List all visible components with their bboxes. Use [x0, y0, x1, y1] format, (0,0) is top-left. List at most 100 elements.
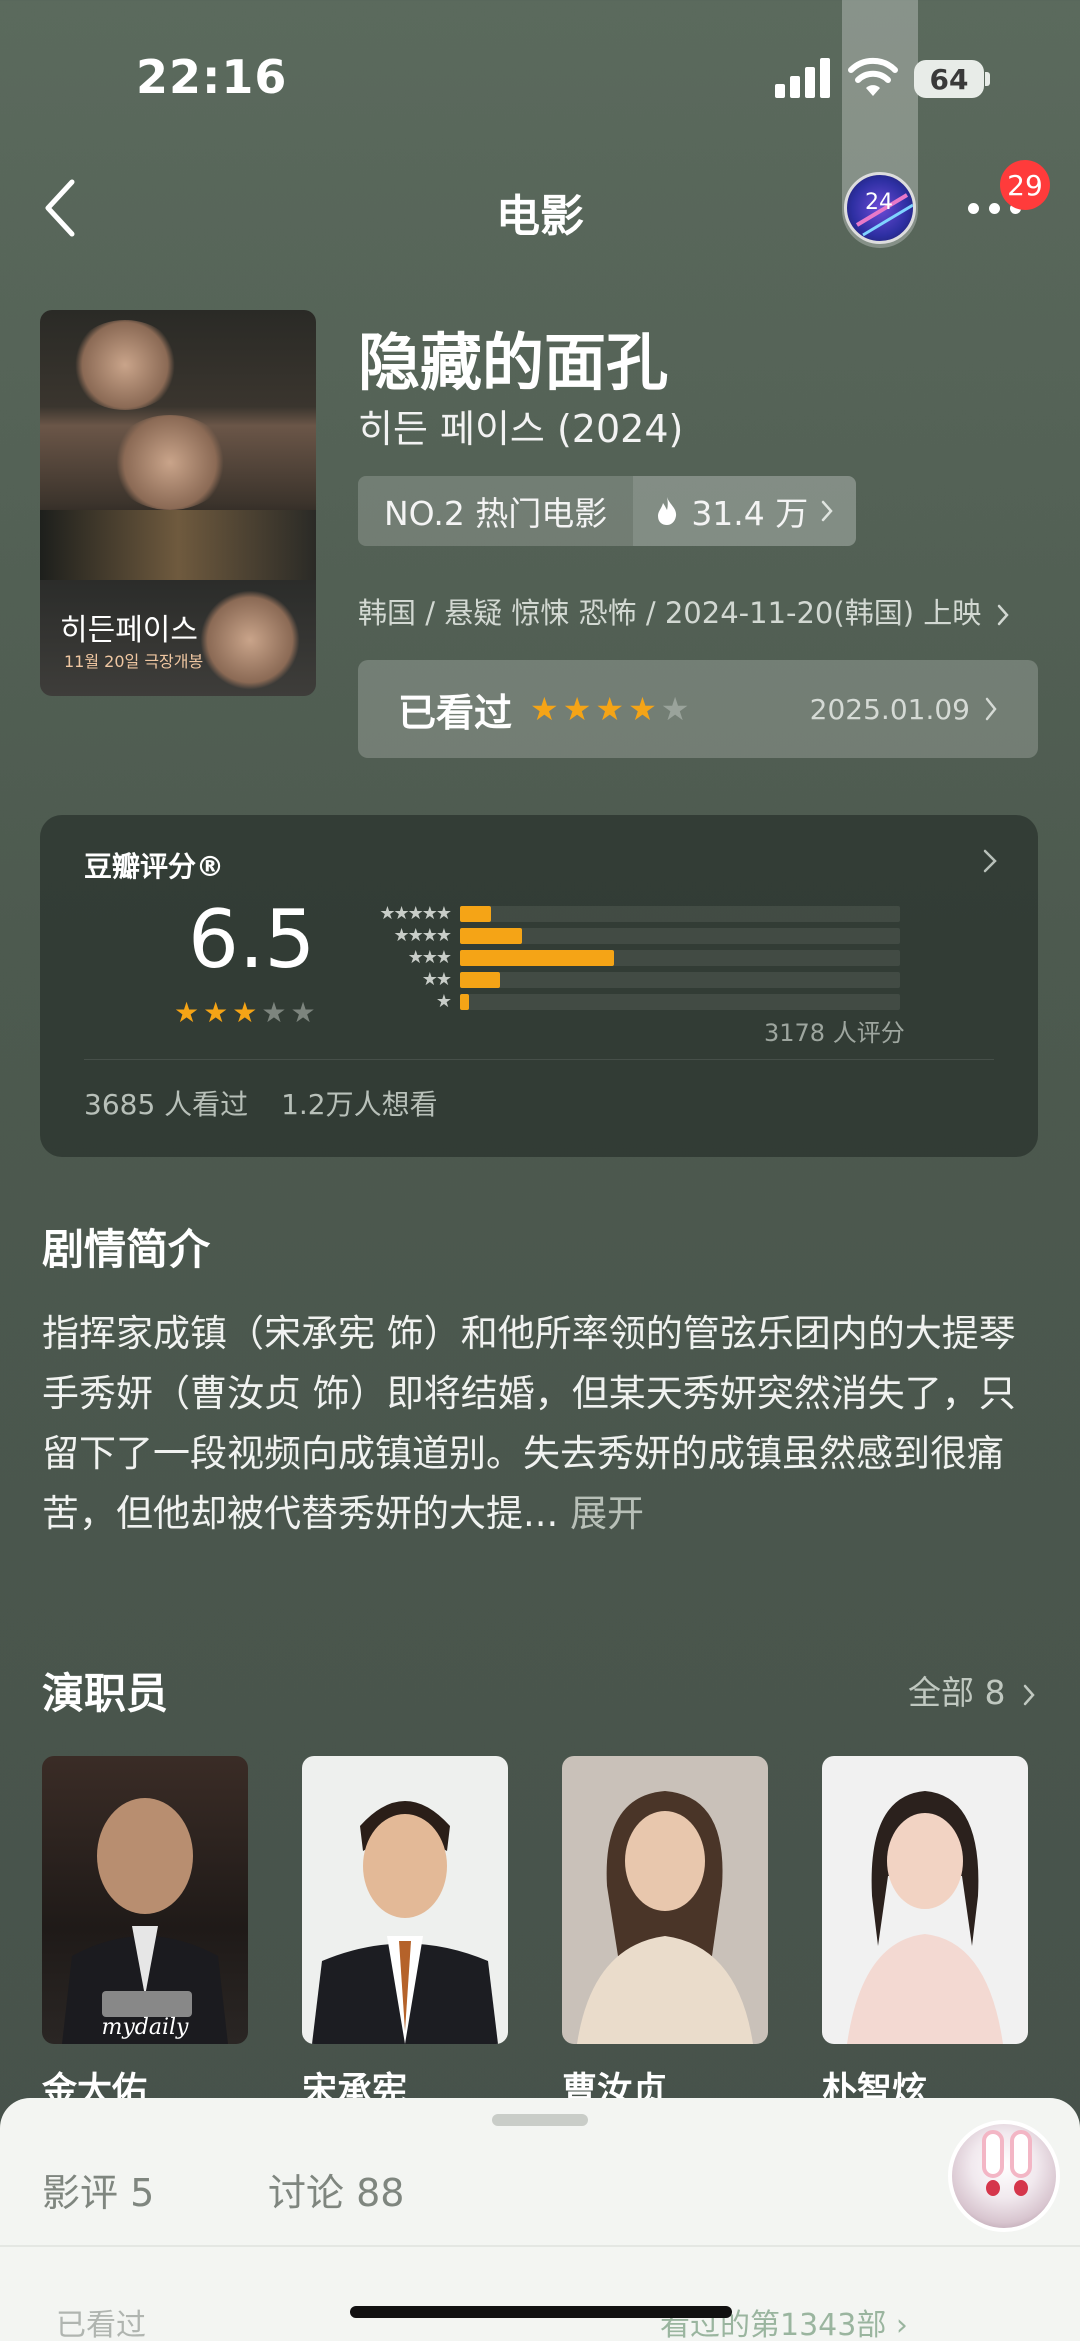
rating-label: 豆瓣评分®: [84, 850, 225, 883]
bunny-ear: [1010, 2130, 1032, 2178]
nav-title: 电影: [496, 191, 584, 242]
bunny-eye: [1014, 2180, 1028, 2196]
dist-track: [460, 928, 900, 944]
divider: [84, 1059, 994, 1060]
cast-photo-1[interactable]: mydaily: [42, 1756, 248, 2044]
poster-face-2: [110, 415, 230, 510]
dist-track: [460, 972, 900, 988]
star-filled-icon: ★: [203, 996, 229, 1029]
star-filled-icon: ★: [628, 690, 657, 728]
star-empty-icon: ★: [290, 996, 316, 1029]
dist-row-5: ★★★★★: [350, 903, 950, 925]
cast-all-link[interactable]: 全部 8: [908, 1666, 1036, 1714]
cast-all-label: 全部 8: [908, 1673, 1006, 1712]
dist-stars-icon: ★★: [421, 969, 452, 990]
cast-title: 演职员: [42, 1669, 169, 1718]
rating-stars: ★ ★ ★ ★ ★: [174, 999, 316, 1027]
rating-stats: 3685 人看过 1.2万人想看: [84, 1083, 462, 1123]
cast-photo-4[interactable]: [822, 1756, 1028, 2044]
tab-reviews[interactable]: 影评 5: [42, 2162, 154, 2217]
movie-meta-text: 韩国 / 悬疑 惊悚 恐怖 / 2024-11-20(韩国) 上映: [358, 596, 982, 630]
bottom-sheet[interactable]: [0, 2098, 1080, 2341]
dist-stars-icon: ★: [435, 991, 452, 1012]
expand-link[interactable]: 展开: [570, 1492, 644, 1535]
douban-rating-card[interactable]: 豆瓣评分® 6.5 ★ ★ ★ ★ ★ ★★★★★ ★★★★ ★★★ ★★ ★ 3178 人评分…: [40, 815, 1038, 1157]
svg-text:24: 24: [865, 190, 893, 215]
dist-fill-1: [460, 994, 469, 1010]
chevron-right-icon: [985, 697, 997, 721]
poster-band: [40, 510, 316, 580]
movie-original-title: 히든 페이스 (2024): [358, 407, 684, 451]
battery-indicator: 64: [914, 60, 984, 98]
poster-face-1: [70, 320, 180, 410]
movie-title: 隐藏的面孔: [358, 326, 669, 399]
synopsis-body: 指挥家成镇（宋承宪 饰）和他所率领的管弦乐团内的大提琴手秀妍（曹汝贞 饰）即将结…: [42, 1312, 1016, 1535]
cast-photo-caption: mydaily: [102, 2015, 190, 2040]
watched-date: 2025.01.09: [809, 692, 970, 726]
rating-count: 3178 人评分: [764, 1019, 905, 1047]
sheet-drag-handle[interactable]: [492, 2114, 588, 2126]
dist-fill-3: [460, 950, 614, 966]
divider: [0, 2245, 1080, 2247]
poster-date: 11월 20일 극장개봉: [64, 652, 204, 671]
movie-meta[interactable]: 韩国 / 悬疑 惊悚 恐怖 / 2024-11-20(韩国) 上映: [358, 590, 1010, 632]
cellular-signal-icon: [775, 58, 830, 98]
dist-stars-icon: ★★★★: [393, 925, 452, 946]
synopsis-text: 指挥家成镇（宋承宪 饰）和他所率领的管弦乐团内的大提琴手秀妍（曹汝贞 饰）即将结…: [42, 1304, 1042, 1544]
dist-stars-icon: ★★★★★: [379, 903, 452, 924]
poster-face-3: [200, 590, 300, 690]
star-empty-icon: ★: [261, 996, 287, 1029]
dist-track: [460, 906, 900, 922]
person-photo-icon: [312, 1801, 498, 2044]
rating-score: 6.5: [188, 893, 316, 986]
star-filled-icon: ★: [174, 996, 200, 1029]
tab-discussion[interactable]: 讨论 88: [268, 2162, 404, 2217]
flame-icon: [658, 497, 677, 525]
chevron-right-icon: [1023, 1684, 1035, 1705]
cast-photo-3[interactable]: [562, 1756, 768, 2044]
status-time: 22:16: [136, 50, 288, 104]
heat-value: 31.4 万: [691, 494, 809, 533]
dist-row-4: ★★★★: [350, 925, 950, 947]
person-photo-icon: mydaily: [62, 1798, 228, 2044]
battery-tip: [985, 72, 990, 86]
star-empty-icon: ★: [660, 690, 690, 728]
chevron-right-icon: [998, 604, 1010, 626]
star-filled-icon: ★: [530, 690, 559, 728]
star-filled-icon: ★: [595, 690, 625, 728]
dist-row-3: ★★★: [350, 947, 950, 969]
rank-box[interactable]: NO.2 热门电影 31.4 万: [358, 476, 857, 546]
sheet-watched-label: 已看过: [56, 2308, 146, 2341]
user-avatar[interactable]: 24: [844, 172, 916, 244]
movie-poster[interactable]: 히든페이스 11월 20일 극장개봉: [40, 310, 316, 696]
cast-photo-2[interactable]: [302, 1756, 508, 2044]
star-filled-icon: ★: [232, 996, 258, 1029]
wish-count: 1.2万人想看: [281, 1088, 438, 1121]
dist-fill-5: [460, 906, 491, 922]
dist-track: [460, 950, 900, 966]
my-rating-bar[interactable]: 已看过 ★ ★ ★ ★ ★ 2025.01.09: [358, 660, 1038, 758]
heat-indicator: 31.4 万: [633, 476, 857, 546]
dist-row-2: ★★: [350, 969, 950, 991]
person-photo-icon: [847, 1791, 1003, 2044]
dist-fill-2: [460, 972, 500, 988]
bunny-eye: [986, 2180, 1000, 2196]
watched-count: 3685 人看过: [84, 1088, 249, 1121]
home-indicator: [350, 2306, 732, 2318]
user-rating-stars: ★ ★ ★ ★ ★: [530, 693, 689, 725]
bunny-ear: [982, 2130, 1004, 2178]
dist-track: [460, 994, 900, 1010]
person-photo-icon: [577, 1791, 753, 2044]
notification-badge: 29: [1000, 160, 1050, 210]
assistant-avatar[interactable]: [948, 2120, 1060, 2232]
dist-row-1: ★: [350, 991, 950, 1013]
dist-fill-4: [460, 928, 522, 944]
rating-distribution: ★★★★★ ★★★★ ★★★ ★★ ★: [350, 903, 950, 1013]
synopsis-title: 剧情简介: [42, 1225, 211, 1274]
star-filled-icon: ★: [562, 690, 592, 728]
poster-title: 히든페이스: [60, 613, 198, 648]
watched-label: 已看过: [398, 690, 513, 735]
dist-stars-icon: ★★★: [407, 947, 452, 968]
chevron-right-icon: [983, 849, 997, 873]
chevron-right-icon: [822, 500, 833, 522]
